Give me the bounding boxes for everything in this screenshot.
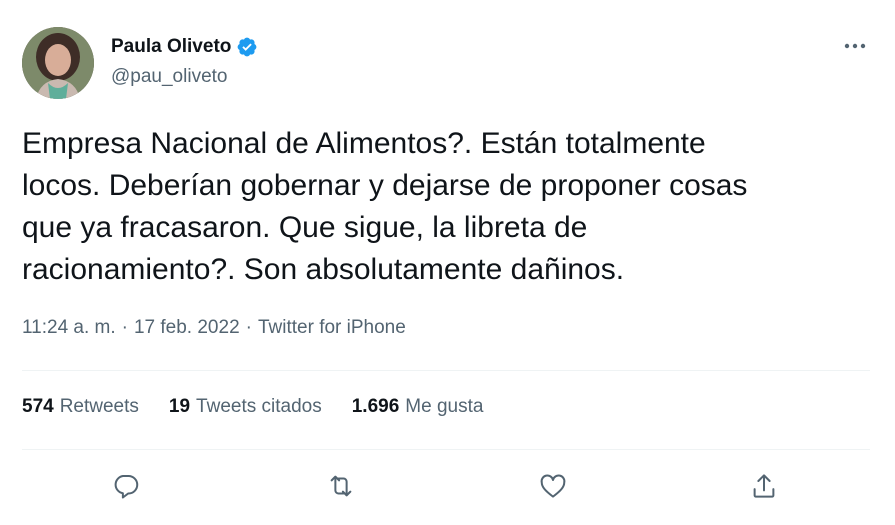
tweet-stats: 574 Retweets 19 Tweets citados 1.696 Me … bbox=[22, 396, 483, 418]
tweet-text-line: Empresa Nacional de Alimentos?. Están to… bbox=[22, 127, 706, 160]
tweet-text-line: que ya fracasaron. Que sigue, la libreta… bbox=[22, 211, 588, 244]
likes-count: 1.696 bbox=[351, 396, 400, 417]
tweet-text-line: locos. Deberían gobernar y dejarse de pr… bbox=[22, 169, 748, 202]
tweet-actions bbox=[0, 466, 895, 506]
quotes-label: Tweets citados bbox=[196, 396, 322, 417]
author-display-name[interactable]: Paula Oliveto bbox=[111, 36, 231, 58]
meta-separator: · bbox=[245, 317, 252, 338]
quotes-count: 19 bbox=[168, 396, 191, 417]
retweets-stat[interactable]: 574 Retweets bbox=[22, 396, 139, 418]
reply-button[interactable] bbox=[106, 466, 146, 506]
likes-label: Me gusta bbox=[405, 396, 484, 417]
more-dots-icon[interactable] bbox=[838, 34, 872, 58]
reply-icon bbox=[114, 475, 139, 499]
share-icon bbox=[753, 474, 775, 498]
share-button[interactable] bbox=[744, 466, 784, 506]
author-handle[interactable]: @pau_oliveto bbox=[111, 66, 227, 88]
tweet-text: Empresa Nacional de Alimentos?. Están to… bbox=[22, 123, 867, 291]
quotes-stat[interactable]: 19 Tweets citados bbox=[169, 396, 322, 418]
like-button[interactable] bbox=[533, 466, 573, 506]
tweet-meta: 11:24 a. m. · 17 feb. 2022 · Twitter for… bbox=[22, 317, 406, 339]
meta-separator: · bbox=[121, 317, 128, 338]
avatar-image bbox=[22, 27, 94, 99]
verified-badge-icon bbox=[236, 36, 258, 58]
likes-stat[interactable]: 1.696 Me gusta bbox=[352, 396, 484, 418]
retweets-label: Retweets bbox=[59, 396, 139, 417]
retweet-button[interactable] bbox=[321, 466, 361, 506]
tweet-time[interactable]: 11:24 a. m. bbox=[22, 317, 116, 339]
divider bbox=[22, 449, 870, 450]
divider bbox=[22, 370, 870, 371]
tweet-source[interactable]: Twitter for iPhone bbox=[258, 317, 406, 339]
avatar[interactable] bbox=[22, 27, 94, 99]
retweet-icon bbox=[330, 475, 352, 497]
tweet-text-line: racionamiento?. Son absolutamente dañino… bbox=[22, 253, 625, 286]
author-name-row: Paula Oliveto bbox=[111, 36, 258, 58]
retweets-count: 574 bbox=[22, 396, 54, 417]
tweet-date[interactable]: 17 feb. 2022 bbox=[134, 317, 240, 339]
heart-icon bbox=[540, 474, 566, 498]
